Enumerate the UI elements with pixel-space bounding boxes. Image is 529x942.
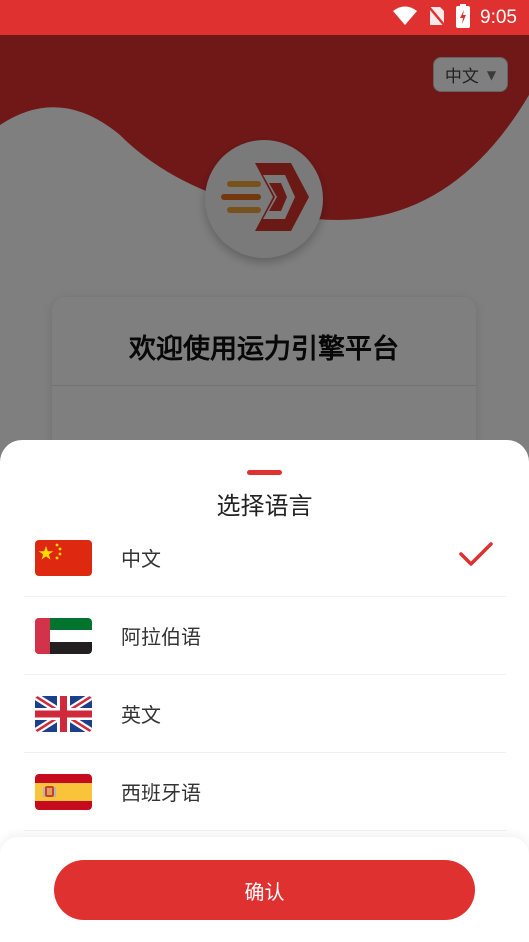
sheet-title: 选择语言 — [216, 492, 313, 520]
confirm-button[interactable]: 确认 — [54, 860, 475, 920]
language-item-spanish[interactable]: 西班牙语 — [24, 753, 506, 831]
uk-flag-icon — [35, 696, 92, 732]
no-sim-icon — [428, 5, 446, 31]
china-flag-icon — [35, 540, 92, 576]
status-time: 9:05 — [480, 6, 517, 28]
sheet-drag-handle[interactable] — [247, 470, 282, 475]
language-list: 中文 阿拉伯语 英文 西班牙语 — [24, 519, 506, 831]
language-item-english[interactable]: 英文 — [24, 675, 506, 753]
battery-charging-icon — [456, 3, 471, 32]
checkmark-icon — [458, 539, 494, 573]
sheet-footer: 确认 — [0, 837, 529, 942]
language-item-chinese[interactable]: 中文 — [24, 519, 506, 597]
language-label: 西班牙语 — [121, 781, 201, 805]
spain-flag-icon — [35, 774, 92, 810]
status-bar: 9:05 — [0, 0, 529, 35]
language-label: 中文 — [121, 547, 161, 571]
language-label: 阿拉伯语 — [121, 625, 201, 649]
language-label: 英文 — [121, 703, 161, 727]
language-item-arabic[interactable]: 阿拉伯语 — [24, 597, 506, 675]
uae-flag-icon — [35, 618, 92, 654]
wifi-icon — [392, 6, 418, 30]
